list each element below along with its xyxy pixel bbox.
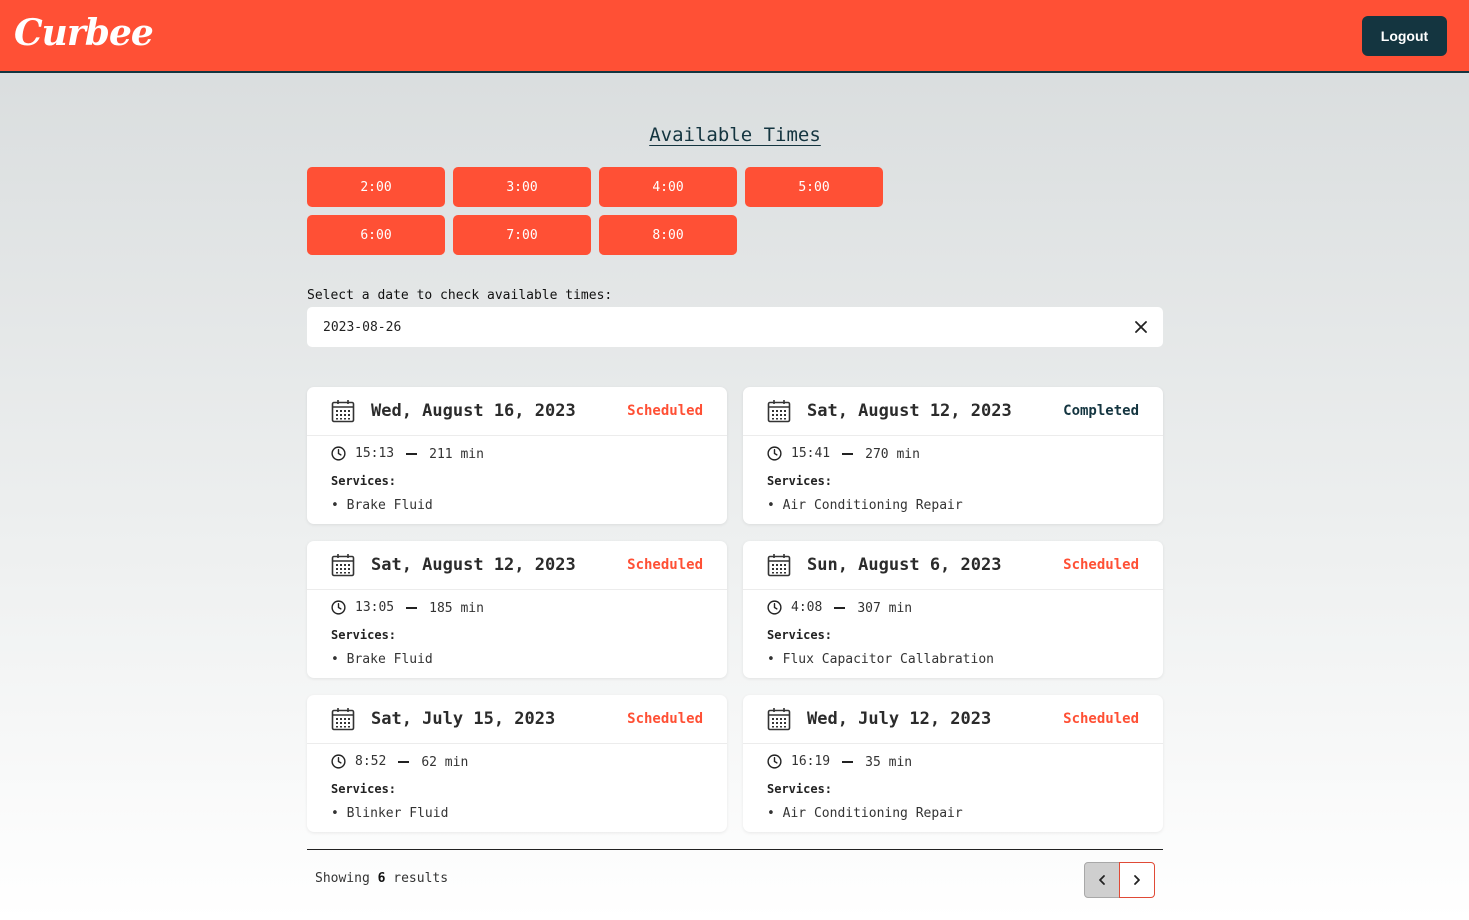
time-slot-button[interactable]: 5:00 [745, 167, 883, 207]
calendar-icon [767, 554, 791, 577]
appointment-time: 16:19 [791, 754, 831, 769]
calendar-icon [331, 554, 355, 577]
service-item: • Flux Capacitor Callabration [767, 652, 994, 667]
services-label: Services: [331, 782, 397, 796]
appointment-duration: 270 min [865, 447, 920, 462]
date-picker-value[interactable]: 2023-08-26 [323, 320, 401, 335]
appointment-time-row: 13:05 185 min [331, 599, 484, 616]
appointment-duration: 211 min [429, 447, 484, 462]
time-slot-button[interactable]: 8:00 [599, 215, 737, 255]
clear-date-icon[interactable] [1133, 319, 1149, 335]
time-slot-button[interactable]: 6:00 [307, 215, 445, 255]
appointment-card-header: Wed, July 12, 2023 Scheduled [743, 695, 1163, 744]
appointment-duration: 62 min [421, 755, 469, 770]
appointment-card: Sun, August 6, 2023 Scheduled 4:08 307 m… [743, 541, 1163, 678]
appointment-time: 8:52 [355, 754, 387, 769]
dash-separator [406, 452, 418, 455]
calendar-icon [767, 708, 791, 731]
service-item: • Air Conditioning Repair [767, 806, 963, 821]
appointment-time: 15:13 [355, 446, 395, 461]
appointment-status: Completed [1063, 403, 1139, 419]
appointment-time-row: 15:13 211 min [331, 445, 484, 462]
appointment-time: 15:41 [791, 446, 831, 461]
appointment-time-row: 16:19 35 min [767, 753, 912, 770]
services-label: Services: [331, 628, 397, 642]
logout-button[interactable]: Logout [1362, 16, 1447, 56]
appointment-card: Wed, August 16, 2023 Scheduled 15:13 211… [307, 387, 727, 524]
appointment-card: Sat, August 12, 2023 Completed 15:41 270… [743, 387, 1163, 524]
appointment-status: Scheduled [627, 557, 703, 573]
clock-icon [331, 446, 346, 461]
appointment-date: Wed, August 16, 2023 [371, 401, 576, 421]
appointment-status: Scheduled [1063, 711, 1139, 727]
time-slot-button[interactable]: 3:00 [453, 167, 591, 207]
time-slot-button[interactable]: 7:00 [453, 215, 591, 255]
services-label: Services: [767, 474, 833, 488]
results-count: Showing 6 results [315, 871, 449, 886]
appointment-card: Sat, August 12, 2023 Scheduled 13:05 185… [307, 541, 727, 678]
service-item: • Brake Fluid [331, 498, 433, 513]
clock-icon [331, 600, 346, 615]
appointment-date: Sat, August 12, 2023 [807, 401, 1012, 421]
previous-page-button[interactable] [1084, 862, 1120, 898]
top-header: Curbee Logout [0, 0, 1469, 73]
results-divider [307, 849, 1163, 850]
appointment-duration: 307 min [857, 601, 913, 616]
clock-icon [767, 446, 782, 461]
service-item: • Blinker Fluid [331, 806, 449, 821]
dash-separator [842, 760, 854, 763]
appointment-card-header: Sat, July 15, 2023 Scheduled [307, 695, 727, 744]
appointment-card-header: Sat, August 12, 2023 Scheduled [307, 541, 727, 590]
calendar-icon [331, 708, 355, 731]
next-page-button[interactable] [1119, 862, 1155, 898]
appointment-date: Sat, August 12, 2023 [371, 555, 576, 575]
date-picker-input[interactable]: 2023-08-26 [307, 307, 1163, 347]
appointment-time-row: 8:52 62 min [331, 753, 468, 770]
appointment-date: Sat, July 15, 2023 [371, 709, 556, 729]
appointment-status: Scheduled [1063, 557, 1139, 573]
dash-separator [834, 606, 846, 609]
services-label: Services: [767, 782, 833, 796]
appointment-duration: 185 min [429, 601, 484, 616]
appointment-card-header: Wed, August 16, 2023 Scheduled [307, 387, 727, 436]
appointment-date: Wed, July 12, 2023 [807, 709, 992, 729]
chevron-right-icon [1134, 875, 1140, 885]
clock-icon [331, 754, 346, 769]
curbee-logo[interactable]: Curbee [14, 12, 154, 54]
appointment-duration: 35 min [865, 755, 913, 770]
time-slot-button[interactable]: 4:00 [599, 167, 737, 207]
services-label: Services: [767, 628, 833, 642]
appointment-date: Sun, August 6, 2023 [807, 555, 1002, 575]
appointment-card: Wed, July 12, 2023 Scheduled 16:19 35 mi… [743, 695, 1163, 832]
clock-icon [767, 754, 782, 769]
chevron-left-icon [1099, 875, 1105, 885]
services-label: Services: [331, 474, 397, 488]
appointment-status: Scheduled [627, 711, 703, 727]
dash-separator [398, 760, 410, 763]
time-slot-button[interactable]: 2:00 [307, 167, 445, 207]
clock-icon [767, 600, 782, 615]
dash-separator [406, 606, 418, 609]
available-times-title: Available Times [649, 124, 821, 146]
appointment-time-row: 4:08 307 min [767, 599, 912, 616]
dash-separator [842, 452, 854, 455]
appointment-card-header: Sat, August 12, 2023 Completed [743, 387, 1163, 436]
appointment-card-header: Sun, August 6, 2023 Scheduled [743, 541, 1163, 590]
service-item: • Air Conditioning Repair [767, 498, 963, 513]
service-item: • Brake Fluid [331, 652, 433, 667]
appointment-time: 13:05 [355, 600, 395, 615]
appointment-time-row: 15:41 270 min [767, 445, 920, 462]
calendar-icon [767, 400, 791, 423]
appointment-card: Sat, July 15, 2023 Scheduled 8:52 62 min… [307, 695, 727, 832]
appointment-status: Scheduled [627, 403, 703, 419]
calendar-icon [331, 400, 355, 423]
date-picker-label: Select a date to check available times: [307, 288, 613, 303]
appointment-time: 4:08 [791, 600, 823, 615]
